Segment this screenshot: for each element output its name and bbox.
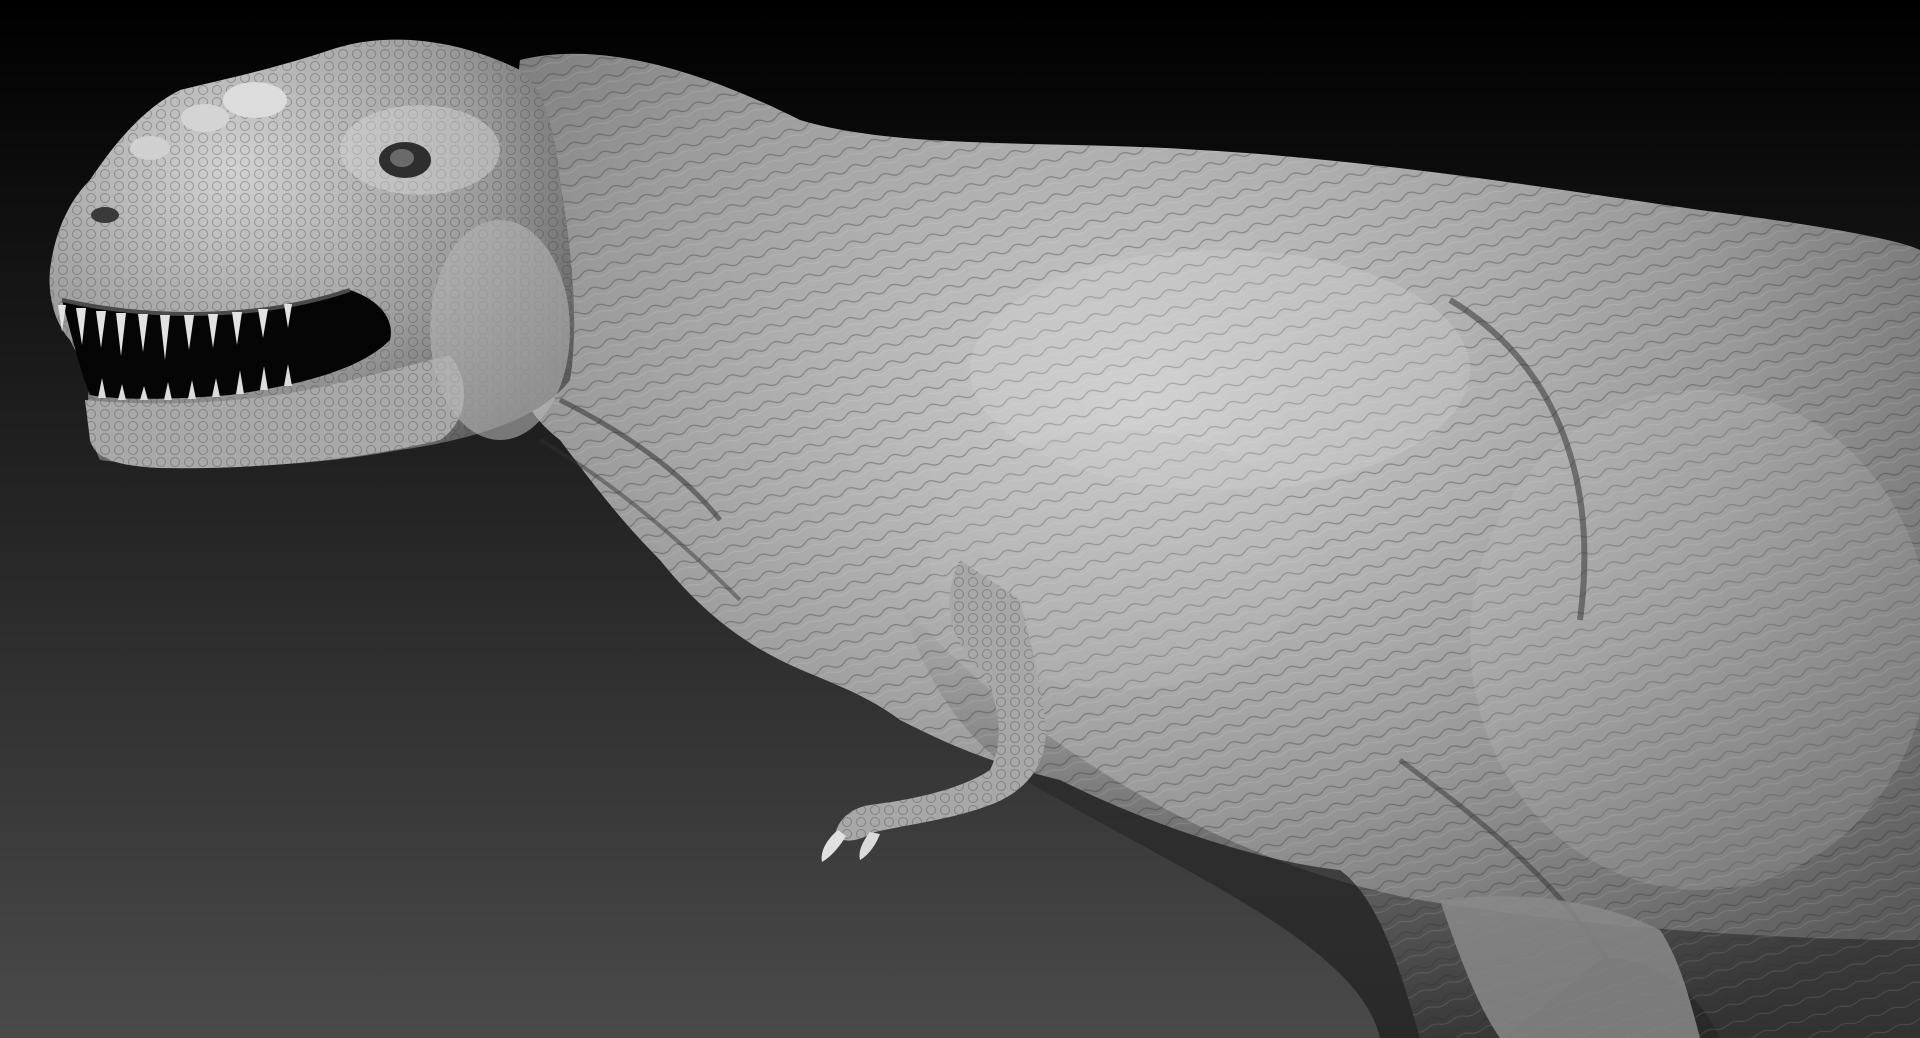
nasal-bump — [130, 136, 170, 160]
nostril — [91, 207, 119, 223]
t-rex-sculpt-render — [0, 0, 1920, 1038]
nasal-bump — [181, 104, 229, 132]
thigh-muscle — [1470, 390, 1920, 890]
nasal-bump — [223, 82, 287, 118]
eye — [390, 149, 414, 167]
sculpt-viewport — [0, 0, 1920, 1038]
jaw-muscle — [430, 220, 570, 440]
